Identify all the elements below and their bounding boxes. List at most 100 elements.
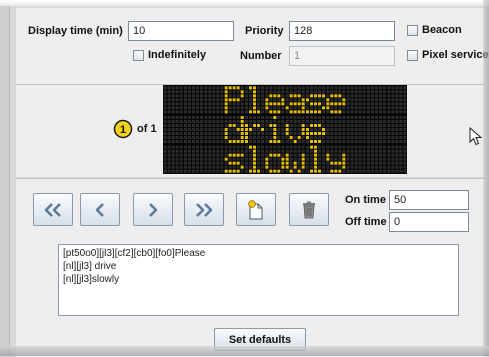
led-pixel-off [212, 90, 216, 94]
led-pixel-off [293, 169, 297, 173]
led-pixel-on [273, 140, 277, 143]
led-pixel-off [350, 157, 354, 161]
priority-input[interactable] [289, 21, 395, 41]
led-pixel-off [399, 140, 403, 143]
led-pixel-off [171, 132, 175, 135]
led-pixel-off [192, 90, 195, 94]
led-pixel-off [395, 98, 399, 102]
led-pixel-off [184, 128, 187, 131]
led-pixel-off [261, 124, 264, 127]
indefinitely-checkbox[interactable]: Indefinitely [133, 49, 206, 61]
led-pixel-off [350, 140, 354, 143]
led-pixel-off [346, 140, 350, 143]
led-pixel-off [354, 110, 358, 114]
beacon-checkbox[interactable]: Beacon [407, 24, 462, 36]
led-pixel-on [330, 169, 334, 173]
led-pixel-off [403, 94, 407, 98]
led-pixel-on [228, 98, 232, 102]
led-pixel-on [281, 98, 285, 102]
led-pixel-off [338, 132, 342, 135]
led-pixel-off [346, 157, 350, 161]
multi-text-area[interactable]: [pt50o0][jl3][cf2][cb0][fo0]Please [nl][… [58, 244, 459, 316]
led-pixel-on [224, 102, 228, 106]
indefinitely-checkbox-box[interactable] [133, 49, 144, 61]
led-pixel-off [330, 153, 334, 157]
led-pixel-off [379, 86, 382, 90]
beacon-checkbox-box[interactable] [407, 24, 418, 36]
pixel-service-checkbox-box[interactable] [407, 49, 418, 61]
led-pixel-off [175, 86, 179, 90]
led-pixel-off [204, 161, 208, 165]
led-pixel-off [322, 110, 325, 114]
led-pixel-off [232, 165, 236, 169]
led-pixel-on [253, 149, 256, 153]
led-pixel-off [265, 124, 269, 127]
led-pixel-off [224, 161, 228, 165]
led-pixel-off [167, 157, 171, 161]
led-pixel-off [236, 116, 240, 119]
led-pixel-off [257, 90, 260, 94]
led-pixel-off [293, 136, 297, 139]
led-pixel-off [163, 145, 167, 149]
led-pixel-off [358, 116, 362, 119]
led-pixel-off [245, 120, 248, 123]
led-pixel-off [273, 86, 277, 90]
led-pixel-off [387, 102, 391, 106]
off-time-input[interactable] [389, 212, 469, 232]
led-pixel-off [367, 145, 370, 149]
led-pixel-off [265, 128, 269, 131]
led-pixel-off [175, 153, 179, 157]
left-window-strip [0, 0, 10, 356]
led-pixel-off [387, 120, 391, 123]
led-pixel-off [403, 102, 407, 106]
led-pixel-off [362, 90, 366, 94]
led-pixel-off [175, 136, 179, 139]
display-time-input[interactable] [128, 21, 234, 41]
led-pixel-off [342, 86, 346, 90]
led-pixel-off [383, 102, 386, 106]
led-pixel-off [249, 153, 252, 157]
led-pixel-off [171, 136, 175, 139]
on-time-input[interactable] [389, 190, 469, 210]
led-pixel-off [399, 94, 403, 98]
led-pixel-on [277, 110, 281, 114]
number-input [289, 46, 395, 66]
led-pixel-off [216, 132, 220, 135]
led-pixel-off [281, 94, 285, 98]
led-pixel-off [297, 140, 301, 143]
led-pixel-on [240, 140, 244, 143]
led-pixel-on [342, 165, 346, 169]
led-pixel-off [232, 102, 236, 106]
led-pixel-off [354, 132, 358, 135]
led-pixel-off [379, 149, 382, 153]
led-pixel-off [350, 98, 354, 102]
led-pixel-off [367, 157, 370, 161]
led-pixel-off [350, 120, 354, 123]
led-pixel-off [338, 90, 342, 94]
led-pixel-off [188, 116, 191, 119]
led-pixel-off [179, 106, 183, 110]
pixel-service-checkbox[interactable]: Pixel service [407, 49, 489, 61]
led-pixel-off [171, 110, 175, 114]
led-pixel-off [297, 161, 301, 165]
new-page-button[interactable] [236, 193, 276, 226]
previous-page-button[interactable] [80, 193, 120, 226]
sign-background [163, 85, 407, 174]
led-pixel-off [249, 132, 252, 135]
led-pixel-off [220, 140, 224, 143]
led-pixel-off [379, 124, 382, 127]
led-pixel-off [253, 132, 256, 135]
last-page-button[interactable] [184, 193, 224, 226]
delete-page-button[interactable] [289, 193, 329, 226]
led-pixel-on [236, 140, 240, 143]
led-pixel-off [350, 145, 354, 149]
first-page-button[interactable] [33, 193, 73, 226]
led-pixel-on [277, 102, 281, 106]
top-window-edge [0, 0, 489, 6]
led-pixel-off [220, 161, 224, 165]
led-pixel-off [192, 94, 195, 98]
led-pixel-on [273, 124, 277, 127]
led-pixel-off [334, 120, 338, 123]
next-page-button[interactable] [133, 193, 173, 226]
led-pixel-on [306, 98, 309, 102]
